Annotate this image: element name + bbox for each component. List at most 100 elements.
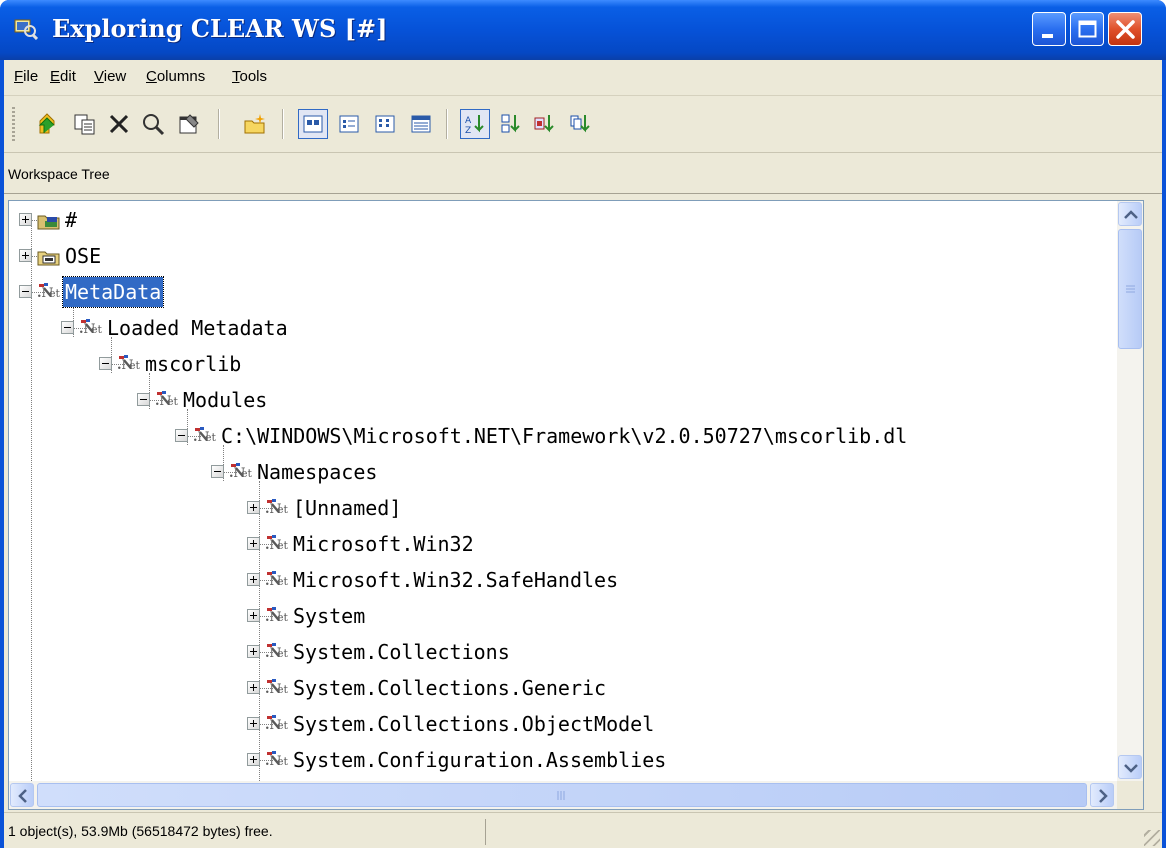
tree-node[interactable]: .N et Namespaces xyxy=(9,457,1117,487)
expand-toggle[interactable] xyxy=(247,537,260,550)
svg-text:A: A xyxy=(465,116,472,126)
expand-toggle[interactable] xyxy=(247,681,260,694)
menu-view-rest: iew xyxy=(103,68,127,85)
tree-node-label[interactable]: Namespaces xyxy=(255,457,379,487)
workspace-tree[interactable]: # OSE .N et MetaData .N et Loaded Metadata .N et m… xyxy=(8,200,1144,810)
expand-toggle[interactable] xyxy=(19,249,32,262)
sort-by-name-button[interactable]: AZ xyxy=(460,109,490,139)
sort-by-date-button[interactable] xyxy=(566,109,596,139)
tree-node-label[interactable]: Modules xyxy=(181,385,269,415)
new-folder-button[interactable] xyxy=(240,109,270,139)
tree-node[interactable]: # xyxy=(9,205,1117,235)
resize-grip[interactable] xyxy=(1144,830,1160,846)
find-icon xyxy=(143,114,165,136)
tree-node[interactable]: .N et Loaded Metadata xyxy=(9,313,1117,343)
expand-toggle[interactable] xyxy=(19,213,32,226)
svg-text:et: et xyxy=(277,611,289,624)
tree-node-label[interactable]: System.Collections xyxy=(291,637,512,667)
tree-node-label[interactable]: Loaded Metadata xyxy=(105,313,290,343)
expand-toggle[interactable] xyxy=(247,717,260,730)
scroll-left-button[interactable] xyxy=(10,783,34,807)
tree-node-label[interactable]: System.Configuration.Assemblies xyxy=(291,745,668,775)
tree-node[interactable]: .N et System xyxy=(9,601,1117,631)
tree-node[interactable]: .N et System.Collections.Generic xyxy=(9,673,1117,703)
delete-button[interactable] xyxy=(104,109,134,139)
menu-tools-rest: ools xyxy=(239,68,268,85)
large-icons-view-icon xyxy=(303,115,323,133)
tree-node[interactable]: .N et System.Collections xyxy=(9,637,1117,667)
expand-toggle[interactable] xyxy=(247,645,260,658)
expand-toggle[interactable] xyxy=(247,501,260,514)
status-text: 1 object(s), 53.9Mb (56518472 bytes) fre… xyxy=(8,823,273,839)
svg-text:et: et xyxy=(91,323,103,336)
menu-tools[interactable]: Tools xyxy=(232,68,267,85)
tree-node[interactable]: .N et System.Collections.ObjectModel xyxy=(9,709,1117,739)
tree-node[interactable]: .N et mscorlib xyxy=(9,349,1117,379)
net-icon: .Net xyxy=(155,391,179,409)
horizontal-scroll-thumb[interactable] xyxy=(37,783,1087,807)
expand-toggle[interactable] xyxy=(247,573,260,586)
window-title: Exploring CLEAR WS [#] xyxy=(52,14,388,43)
tree-node[interactable]: .N et C:\WINDOWS\Microsoft.NET\Framework\v… xyxy=(9,421,1117,451)
title-bar[interactable]: Exploring CLEAR WS [#] xyxy=(0,0,1166,60)
menu-columns[interactable]: Columns xyxy=(146,68,205,85)
tree-node-label[interactable]: mscorlib xyxy=(143,349,243,379)
collapse-toggle[interactable] xyxy=(137,393,150,406)
scroll-down-button[interactable] xyxy=(1118,755,1142,779)
ose-folder-icon xyxy=(37,251,60,266)
net-icon: .Net xyxy=(193,427,217,445)
tree-node[interactable]: .N et MetaData xyxy=(9,276,1117,308)
toolbar-grip[interactable] xyxy=(12,107,15,143)
svg-text:et: et xyxy=(277,755,289,768)
tree-node[interactable]: .N et Microsoft.Win32 xyxy=(9,529,1117,559)
menu-view[interactable]: View xyxy=(94,68,126,85)
svg-text:et: et xyxy=(49,287,61,300)
expand-toggle[interactable] xyxy=(247,753,260,766)
details-view-button[interactable] xyxy=(406,109,436,139)
vertical-scrollbar[interactable] xyxy=(1117,201,1143,781)
large-icons-view-button[interactable] xyxy=(298,109,328,139)
scroll-right-button[interactable] xyxy=(1090,783,1114,807)
collapse-toggle[interactable] xyxy=(211,465,224,478)
collapse-toggle[interactable] xyxy=(19,285,32,298)
tree-node[interactable]: .N et Modules xyxy=(9,385,1117,415)
tree-node-label[interactable]: System xyxy=(291,601,367,631)
tree-node-label[interactable]: # xyxy=(63,205,79,235)
collapse-toggle[interactable] xyxy=(61,321,74,334)
toolbar-separator xyxy=(282,109,284,139)
small-icons-view-button[interactable] xyxy=(334,109,364,139)
sort-by-type-button[interactable] xyxy=(496,109,526,139)
tree-node[interactable]: .N et [Unnamed] xyxy=(9,493,1117,523)
tree-node[interactable]: OSE xyxy=(9,241,1117,271)
properties-button[interactable] xyxy=(174,109,204,139)
menu-file[interactable]: File xyxy=(14,68,38,85)
horizontal-scrollbar[interactable] xyxy=(9,781,1117,809)
sort-by-size-button[interactable] xyxy=(530,109,560,139)
menu-edit[interactable]: Edit xyxy=(50,68,76,85)
tree-node-label[interactable]: [Unnamed] xyxy=(291,493,403,523)
copy-button[interactable] xyxy=(70,109,100,139)
tree-node[interactable]: .N et Microsoft.Win32.SafeHandles xyxy=(9,565,1117,595)
up-folder-button[interactable] xyxy=(32,109,62,139)
list-view-button[interactable] xyxy=(370,109,400,139)
tree-node-label[interactable]: C:\WINDOWS\Microsoft.NET\Framework\v2.0.… xyxy=(219,421,909,451)
tree-node-label[interactable]: Microsoft.Win32.SafeHandles xyxy=(291,565,620,595)
tree-node-label[interactable]: System.Collections.Generic xyxy=(291,673,608,703)
tree-node-label[interactable]: Microsoft.Win32 xyxy=(291,529,476,559)
tree-node-label[interactable]: System.Collections.ObjectModel xyxy=(291,709,656,739)
scroll-up-button[interactable] xyxy=(1118,202,1142,226)
properties-icon xyxy=(179,114,199,134)
tree-node[interactable]: .N et System.Configuration.Assemblies xyxy=(9,745,1117,775)
minimize-button[interactable] xyxy=(1032,12,1066,46)
expand-toggle[interactable] xyxy=(247,609,260,622)
net-icon: .Net xyxy=(117,355,141,373)
tree-node-label[interactable]: OSE xyxy=(63,241,103,271)
close-button[interactable] xyxy=(1108,12,1142,46)
find-button[interactable] xyxy=(138,109,168,139)
vertical-scroll-thumb[interactable] xyxy=(1118,229,1142,349)
tree-node-label[interactable]: MetaData xyxy=(61,276,165,308)
collapse-toggle[interactable] xyxy=(175,429,188,442)
maximize-button[interactable] xyxy=(1070,12,1104,46)
collapse-toggle[interactable] xyxy=(99,357,112,370)
menu-bar: File Edit View Columns Tools xyxy=(4,60,1162,96)
